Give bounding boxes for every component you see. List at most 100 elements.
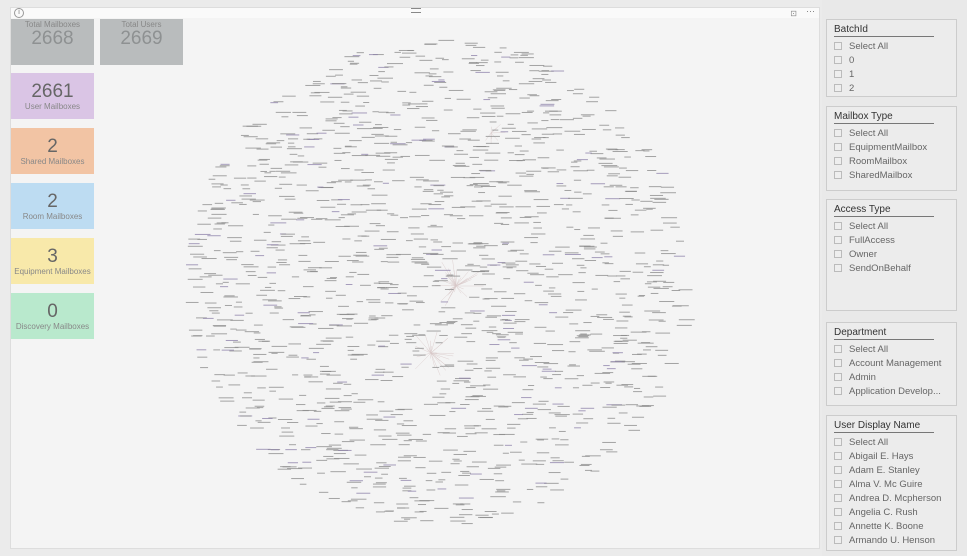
graph-node[interactable] <box>621 361 635 363</box>
graph-node[interactable] <box>613 281 621 283</box>
graph-node[interactable] <box>469 215 484 217</box>
graph-node[interactable] <box>356 468 372 470</box>
graph-node[interactable] <box>315 218 328 220</box>
graph-node[interactable] <box>475 65 485 67</box>
graph-node[interactable] <box>253 361 269 363</box>
graph-node[interactable] <box>572 387 580 389</box>
graph-node[interactable] <box>485 357 498 359</box>
graph-node[interactable] <box>361 136 375 138</box>
graph-node[interactable] <box>404 338 412 340</box>
graph-node[interactable] <box>421 117 435 119</box>
graph-node[interactable] <box>398 477 407 479</box>
graph-node[interactable] <box>580 463 592 465</box>
graph-node[interactable] <box>270 222 287 224</box>
graph-node[interactable] <box>307 418 320 420</box>
graph-node[interactable] <box>443 71 454 73</box>
graph-node[interactable] <box>573 133 585 135</box>
graph-node[interactable] <box>619 311 630 313</box>
graph-node[interactable] <box>281 431 294 433</box>
graph-node[interactable] <box>484 370 492 372</box>
graph-node[interactable] <box>352 261 364 263</box>
graph-node[interactable] <box>610 230 623 232</box>
graph-node[interactable] <box>224 295 235 297</box>
graph-node[interactable] <box>350 204 363 206</box>
graph-node[interactable] <box>434 507 449 509</box>
graph-node[interactable] <box>648 319 664 321</box>
graph-node[interactable] <box>613 335 627 337</box>
graph-node[interactable] <box>530 274 545 276</box>
graph-node[interactable] <box>541 133 555 135</box>
graph-node[interactable] <box>400 155 411 157</box>
graph-node[interactable] <box>349 480 364 482</box>
graph-node[interactable] <box>316 423 323 425</box>
graph-node[interactable] <box>231 202 243 204</box>
graph-node[interactable] <box>552 262 564 264</box>
graph-node[interactable] <box>454 484 469 486</box>
slicer-item[interactable]: Select All <box>834 343 949 357</box>
graph-node[interactable] <box>485 135 500 137</box>
graph-node[interactable] <box>589 350 605 352</box>
graph-node[interactable] <box>287 142 295 144</box>
graph-node[interactable] <box>302 286 314 288</box>
graph-node[interactable] <box>647 275 662 277</box>
graph-node[interactable] <box>422 252 439 254</box>
graph-node[interactable] <box>410 233 424 235</box>
graph-node[interactable] <box>215 166 227 168</box>
graph-node[interactable] <box>212 186 222 188</box>
graph-node[interactable] <box>536 452 550 454</box>
graph-node[interactable] <box>308 347 324 349</box>
graph-node[interactable] <box>454 165 470 167</box>
graph-node[interactable] <box>338 305 349 307</box>
graph-node[interactable] <box>614 127 625 129</box>
graph-node[interactable] <box>612 352 623 354</box>
graph-node[interactable] <box>456 98 471 100</box>
graph-node[interactable] <box>519 97 530 99</box>
graph-node[interactable] <box>291 276 300 278</box>
checkbox[interactable] <box>834 250 842 258</box>
graph-node[interactable] <box>373 87 382 89</box>
graph-node[interactable] <box>375 419 389 421</box>
graph-node[interactable] <box>414 72 430 74</box>
graph-node[interactable] <box>220 184 228 186</box>
graph-node[interactable] <box>378 247 388 249</box>
graph-node[interactable] <box>318 491 329 493</box>
graph-node[interactable] <box>541 73 549 75</box>
graph-node[interactable] <box>553 204 564 206</box>
graph-node[interactable] <box>324 219 341 221</box>
graph-node[interactable] <box>670 226 680 228</box>
graph-node[interactable] <box>279 264 291 266</box>
graph-node[interactable] <box>435 342 443 344</box>
graph-node[interactable] <box>526 488 534 490</box>
slicer-item[interactable]: 2 <box>834 82 949 96</box>
graph-node[interactable] <box>476 146 490 148</box>
graph-node[interactable] <box>214 223 225 225</box>
graph-node[interactable] <box>425 480 433 482</box>
graph-node[interactable] <box>408 438 423 440</box>
graph-node[interactable] <box>334 433 344 435</box>
graph-node[interactable] <box>653 395 667 397</box>
graph-node[interactable] <box>409 91 417 93</box>
graph-node[interactable] <box>201 258 217 260</box>
graph-node[interactable] <box>319 373 330 375</box>
graph-node[interactable] <box>484 91 498 93</box>
graph-node[interactable] <box>374 477 383 479</box>
graph-node[interactable] <box>357 399 374 401</box>
graph-node[interactable] <box>317 472 325 474</box>
graph-node[interactable] <box>373 126 389 128</box>
graph-node[interactable] <box>399 56 411 58</box>
graph-node[interactable] <box>521 134 531 136</box>
graph-node[interactable] <box>676 324 692 326</box>
graph-node[interactable] <box>263 231 271 233</box>
graph-node[interactable] <box>330 471 346 473</box>
graph-node[interactable] <box>556 149 564 151</box>
graph-node[interactable] <box>382 182 389 184</box>
graph-node[interactable] <box>457 360 474 362</box>
graph-node[interactable] <box>215 283 224 285</box>
graph-node[interactable] <box>333 382 343 384</box>
graph-node[interactable] <box>233 177 247 179</box>
graph-node[interactable] <box>630 187 639 189</box>
graph-node[interactable] <box>264 176 278 178</box>
graph-node[interactable] <box>501 314 516 316</box>
graph-node[interactable] <box>316 459 328 461</box>
graph-node[interactable] <box>223 278 238 280</box>
